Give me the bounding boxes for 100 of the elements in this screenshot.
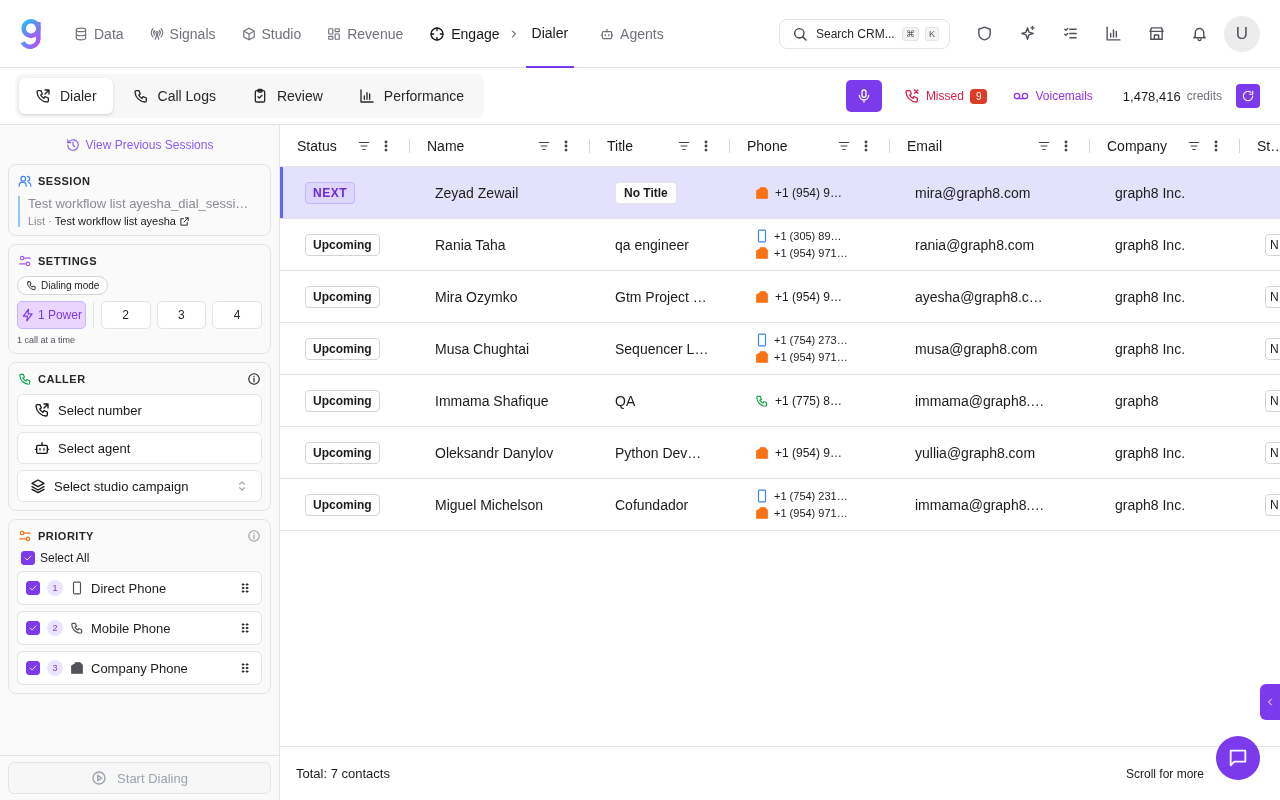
- table-cell: N: [1265, 493, 1280, 516]
- column-header[interactable]: Company: [1090, 125, 1240, 166]
- table-cell: mira@graph8.com: [915, 184, 1031, 201]
- panel-toggle-button[interactable]: [1260, 684, 1280, 720]
- table-cell: Immama Shafique: [435, 392, 549, 409]
- priority-row[interactable]: 1 Direct Phone: [17, 571, 262, 605]
- column-header[interactable]: Email: [890, 125, 1090, 166]
- sparkle-icon[interactable]: [1019, 25, 1036, 42]
- table-cell: N: [1265, 285, 1280, 308]
- phone-number: +1 (754) 273…: [774, 334, 848, 346]
- table-cell: graph8 Inc.: [1115, 340, 1186, 357]
- dial-mode-button[interactable]: 2: [100, 301, 151, 329]
- table-cell: Cofundador: [615, 496, 689, 513]
- column-header[interactable]: Title: [590, 125, 730, 166]
- antenna-icon: [149, 26, 164, 41]
- select-field[interactable]: Select number: [17, 394, 262, 426]
- table-row[interactable]: Upcoming Oleksandr Danylov Python Dev… +1 (954) 9… yullia@graph8.com graph8 Inc. N: [280, 427, 1280, 479]
- dial-mode-button[interactable]: 3: [156, 301, 207, 329]
- select-field[interactable]: Select studio campaign: [17, 470, 262, 502]
- section-heading: SETTINGS: [38, 255, 97, 267]
- checkbox[interactable]: [21, 551, 35, 565]
- chat-button[interactable]: [1216, 736, 1260, 780]
- database-icon: [74, 26, 88, 41]
- nav-link[interactable]: Signals: [149, 0, 216, 68]
- nav-link[interactable]: Dialer: [525, 0, 575, 68]
- tab[interactable]: Dialer: [19, 78, 113, 114]
- table-cell: QA: [615, 392, 636, 409]
- status-badge: NEXT: [305, 181, 355, 204]
- dialing-mode-chip: Dialing mode: [17, 276, 109, 295]
- logo-icon[interactable]: [20, 17, 42, 50]
- column-header[interactable]: Phone: [730, 125, 890, 166]
- shield-icon[interactable]: [976, 25, 993, 42]
- missed-calls-link[interactable]: Missed: [903, 88, 964, 104]
- priority-row[interactable]: 2 Mobile Phone: [17, 611, 262, 645]
- table-row[interactable]: Upcoming Rania Taha qa engineer +1 (305) 89… +1 (954) 971… rania@graph8.com graph8 Inc. N: [280, 219, 1280, 271]
- nav-link[interactable]: Engage: [429, 25, 500, 42]
- table-row[interactable]: NEXT Zeyad Zewail No Title +1 (954) 9… mira@graph8.com graph8 Inc.: [280, 167, 1280, 219]
- rank-badge: 3: [47, 660, 63, 676]
- checkbox-label: Select All: [40, 551, 90, 565]
- search-icon: [792, 25, 808, 42]
- table-row[interactable]: Upcoming Miguel Michelson Cofundador +1 (754) 231… +1 (954) 971… immama@graph8.… graph8 Inc. N: [280, 479, 1280, 531]
- list-link[interactable]: Test workflow list ayesha: [54, 215, 176, 227]
- table-row[interactable]: Upcoming Musa Chughtai Sequencer L… +1 (754) 273… +1 (954) 971… musa@graph8.com graph8 Inc. N: [280, 323, 1280, 375]
- column-header[interactable]: Status: [280, 125, 410, 166]
- voicemails-link[interactable]: Voicemails: [1013, 88, 1093, 104]
- info-icon: [247, 529, 261, 543]
- table-cell: Miguel Michelson: [435, 496, 544, 513]
- drag-handle-icon: [239, 582, 251, 594]
- bar-chart-icon[interactable]: [1105, 25, 1122, 42]
- phone-number: +1 (754) 231…: [774, 490, 848, 502]
- table-cell: immama@graph8.…: [915, 496, 1045, 513]
- credits-button[interactable]: [1236, 84, 1260, 108]
- phone-number: +1 (954) 9…: [775, 185, 843, 200]
- checkbox[interactable]: [26, 621, 40, 635]
- check-icon: [28, 583, 38, 593]
- robot-icon: [600, 26, 615, 41]
- credits-amount: 1,478,416: [1122, 88, 1181, 104]
- dial-mode-button[interactable]: 1 Power: [17, 301, 86, 329]
- table-row[interactable]: Upcoming Mira Ozymko Gtm Project … +1 (954) 9… ayesha@graph8.c… graph8 Inc. N: [280, 271, 1280, 323]
- user-avatar[interactable]: U: [1224, 15, 1260, 52]
- check-icon: [23, 553, 33, 563]
- tab[interactable]: Performance: [342, 78, 480, 114]
- select-field[interactable]: Select agent: [17, 432, 262, 464]
- nav-link[interactable]: Agents: [600, 0, 664, 68]
- checkbox[interactable]: [26, 661, 40, 675]
- notifications-icon[interactable]: [1191, 25, 1208, 42]
- search-field[interactable]: Search CRM... ⌘ K: [779, 18, 950, 49]
- previous-sessions-link[interactable]: View Previous Sessions: [8, 125, 271, 156]
- table-cell: Musa Chughtai: [435, 340, 530, 357]
- nav-link[interactable]: Revenue: [327, 0, 404, 68]
- refresh-icon: [1241, 89, 1255, 103]
- check-icon: [28, 663, 38, 673]
- phone-number: +1 (954) 971…: [774, 507, 848, 519]
- rank-badge: 2: [47, 620, 63, 636]
- tab[interactable]: Review: [235, 78, 339, 114]
- status-badge: Upcoming: [305, 389, 380, 412]
- microphone-button[interactable]: [845, 80, 882, 112]
- drag-handle-icon: [239, 662, 251, 674]
- play-icon: [91, 770, 108, 786]
- sliders-icon: [18, 529, 32, 543]
- store-icon[interactable]: [1148, 25, 1165, 42]
- checkbox[interactable]: [26, 581, 40, 595]
- count-badge: 9: [969, 88, 988, 104]
- tab[interactable]: Call Logs: [116, 78, 232, 114]
- section-heading: PRIORITY: [38, 530, 94, 542]
- table-cell: graph8 Inc.: [1115, 288, 1186, 305]
- nav-link[interactable]: Studio: [241, 0, 302, 68]
- sliders-icon: [18, 254, 32, 268]
- table-row[interactable]: Upcoming Immama Shafique QA +1 (775) 8… immama@graph8.… graph8 N: [280, 375, 1280, 427]
- chat-icon: [1227, 747, 1249, 769]
- column-header[interactable]: St…: [1240, 125, 1280, 166]
- column-header[interactable]: Name: [410, 125, 590, 166]
- mobile-icon: [70, 581, 84, 595]
- table-cell: N: [1265, 441, 1280, 464]
- phone-icon: [26, 280, 37, 291]
- priority-label: Direct Phone: [91, 580, 168, 596]
- dial-mode-button[interactable]: 4: [212, 301, 262, 329]
- priority-row[interactable]: 3 Company Phone: [17, 651, 262, 685]
- nav-link[interactable]: Data: [74, 0, 124, 68]
- phone-icon: [18, 372, 32, 386]
